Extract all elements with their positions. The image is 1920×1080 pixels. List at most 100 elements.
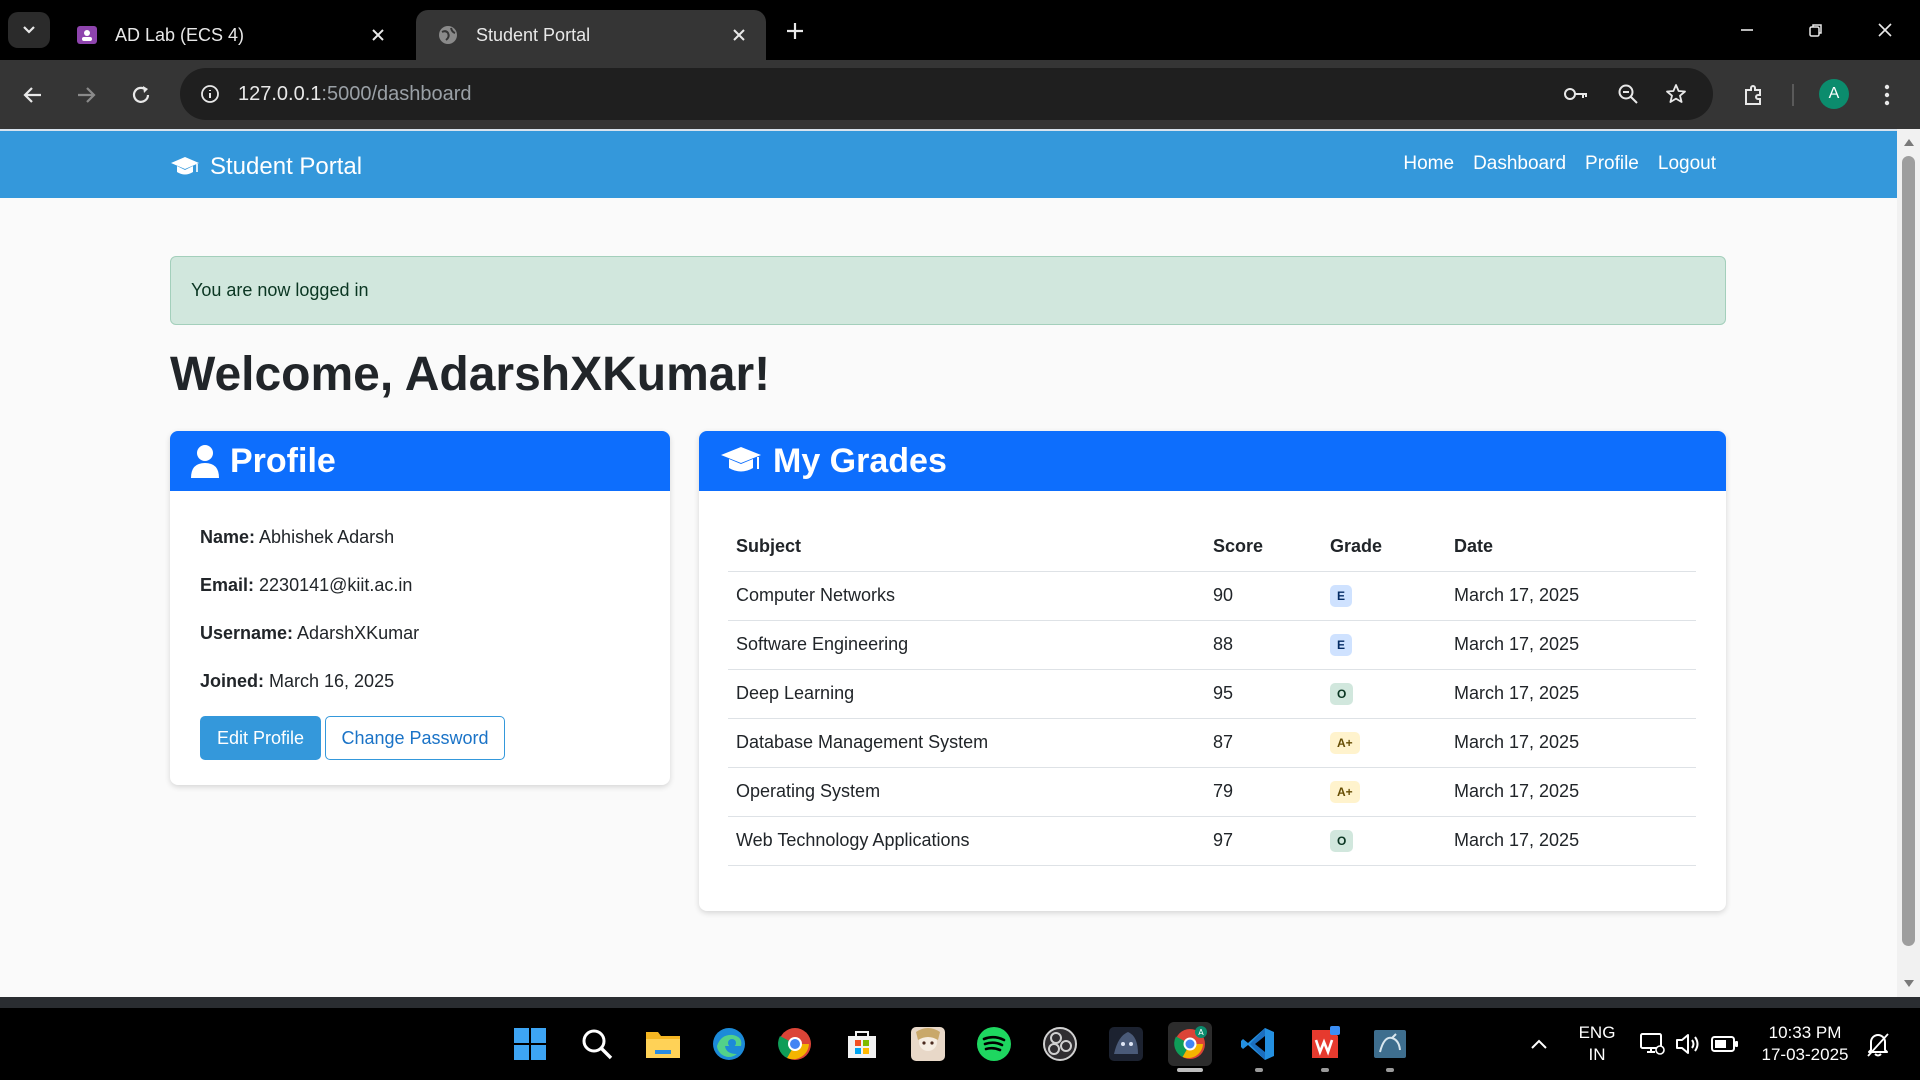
search-icon[interactable] (575, 1022, 619, 1066)
more-vertical-icon (1884, 84, 1890, 106)
tab-search-button[interactable] (8, 12, 50, 48)
bookmark-star-icon[interactable] (1658, 76, 1694, 112)
edit-profile-button[interactable]: Edit Profile (200, 716, 321, 760)
reload-button[interactable] (122, 76, 160, 114)
minimize-button[interactable] (1724, 10, 1770, 50)
chevron-up-icon (1531, 1039, 1547, 1049)
browser-tabstrip: AD Lab (ECS 4) Student Portal (0, 0, 1920, 60)
extensions-button[interactable] (1735, 76, 1773, 114)
restore-icon (1809, 24, 1822, 37)
tab-ad-lab[interactable]: AD Lab (ECS 4) (55, 10, 405, 60)
tab-title: Student Portal (476, 24, 591, 45)
forward-button[interactable] (67, 76, 105, 114)
close-window-button[interactable] (1862, 10, 1908, 50)
game2-icon[interactable] (1104, 1022, 1148, 1066)
table-row: Database Management System 87 A+ March 1… (728, 718, 1696, 768)
new-tab-button[interactable] (778, 14, 812, 48)
profile-heading: Profile (230, 441, 336, 480)
grade-cell: A+ (1322, 718, 1446, 768)
url-text: 127.0.0.1:5000/dashboard (238, 83, 472, 106)
back-button[interactable] (14, 76, 52, 114)
nav-link-home[interactable]: Home (1403, 153, 1454, 175)
field-label: Name: (200, 527, 256, 547)
field-label: Username: (200, 623, 294, 643)
notifications-icon[interactable] (1864, 1030, 1892, 1058)
grade-cell: A+ (1322, 767, 1446, 817)
profile-details: Name: Abhishek Adarsh Email: 2230141@kii… (170, 491, 670, 760)
url-host: 127.0.0.1 (238, 82, 322, 105)
language-indicator[interactable]: ENG IN (1576, 1022, 1618, 1066)
profile-actions: Edit Profile Change Password (200, 716, 670, 760)
region-code: IN (1588, 1045, 1606, 1064)
file-explorer-icon[interactable] (641, 1022, 685, 1066)
field-value: 2230141@kiit.ac.in (254, 575, 413, 595)
scroll-down-arrow-icon[interactable] (1899, 975, 1919, 993)
grade-cell: O (1322, 816, 1446, 866)
score-cell: 87 (1205, 718, 1322, 768)
date-cell: March 17, 2025 (1446, 767, 1696, 817)
close-icon[interactable] (365, 22, 391, 48)
vscode-icon[interactable] (1236, 1022, 1280, 1066)
zoom-icon[interactable] (1610, 76, 1646, 112)
wps-icon[interactable] (1302, 1022, 1346, 1066)
nav-link-logout[interactable]: Logout (1658, 153, 1716, 175)
browser-menu-button[interactable] (1868, 76, 1906, 114)
volume-icon[interactable] (1673, 1030, 1701, 1058)
mysql-icon[interactable] (1368, 1022, 1412, 1066)
globe-icon (436, 23, 460, 47)
site-info-icon[interactable] (190, 74, 230, 114)
nav-link-profile[interactable]: Profile (1585, 153, 1639, 175)
game-icon[interactable] (906, 1022, 950, 1066)
running-app-indicator (1386, 1068, 1394, 1072)
store-icon[interactable] (840, 1022, 884, 1066)
date-cell: March 17, 2025 (1446, 669, 1696, 719)
subject-cell: Deep Learning (728, 669, 1205, 719)
scroll-up-arrow-icon[interactable] (1899, 133, 1919, 151)
field-label: Email: (200, 575, 255, 595)
plus-icon (787, 23, 803, 39)
table-row: Operating System 79 A+ March 17, 2025 (728, 767, 1696, 817)
page-viewport: Student Portal Home Dashboard Profile Lo… (0, 129, 1920, 997)
profile-avatar[interactable]: A (1819, 79, 1849, 109)
battery-icon[interactable] (1710, 1032, 1740, 1056)
password-key-icon[interactable] (1558, 76, 1594, 112)
clock-time: 10:33 PM (1768, 1023, 1842, 1042)
chrome-profile-icon[interactable]: A (1168, 1022, 1212, 1066)
clock[interactable]: 10:33 PM 17-03-2025 (1754, 1022, 1856, 1066)
show-hidden-icons-button[interactable] (1524, 1032, 1554, 1056)
svg-text:A: A (1198, 1028, 1204, 1037)
arrow-right-icon (78, 87, 96, 103)
spotify-icon[interactable] (972, 1022, 1016, 1066)
brand-link[interactable]: Student Portal (170, 153, 362, 181)
address-bar[interactable]: 127.0.0.1:5000/dashboard (180, 68, 1713, 120)
score-cell: 97 (1205, 816, 1322, 866)
graduation-cap-icon (719, 445, 763, 477)
network-icon[interactable] (1638, 1030, 1666, 1058)
column-header-date: Date (1446, 522, 1696, 572)
grades-table: Subject Score Grade Date Computer Networ… (728, 522, 1696, 866)
puzzle-icon (1745, 85, 1761, 105)
nav-links: Home Dashboard Profile Logout (1403, 153, 1716, 175)
close-icon[interactable] (726, 22, 752, 48)
page-title: Welcome, AdarshXKumar! (170, 348, 771, 401)
subject-cell: Software Engineering (728, 620, 1205, 670)
nav-link-dashboard[interactable]: Dashboard (1473, 153, 1566, 175)
tab-student-portal[interactable]: Student Portal (416, 10, 766, 60)
reload-icon (132, 86, 150, 103)
change-password-button[interactable]: Change Password (325, 716, 505, 760)
scrollbar-thumb[interactable] (1902, 156, 1915, 946)
clock-date: 17-03-2025 (1761, 1045, 1849, 1064)
field-value: AdarshXKumar (293, 623, 420, 643)
obs-icon[interactable] (1038, 1022, 1082, 1066)
chrome-icon[interactable] (773, 1022, 817, 1066)
table-row: Web Technology Applications 97 O March 1… (728, 816, 1696, 866)
toolbar-divider (1792, 84, 1794, 106)
start-icon[interactable] (508, 1022, 552, 1066)
url-path: :5000/dashboard (321, 82, 472, 105)
table-row: Deep Learning 95 O March 17, 2025 (728, 669, 1696, 719)
score-cell: 79 (1205, 767, 1322, 817)
grade-badge: O (1330, 830, 1354, 852)
profile-card-header: Profile (170, 431, 670, 491)
restore-button[interactable] (1793, 10, 1839, 50)
edge-icon[interactable] (707, 1022, 751, 1066)
